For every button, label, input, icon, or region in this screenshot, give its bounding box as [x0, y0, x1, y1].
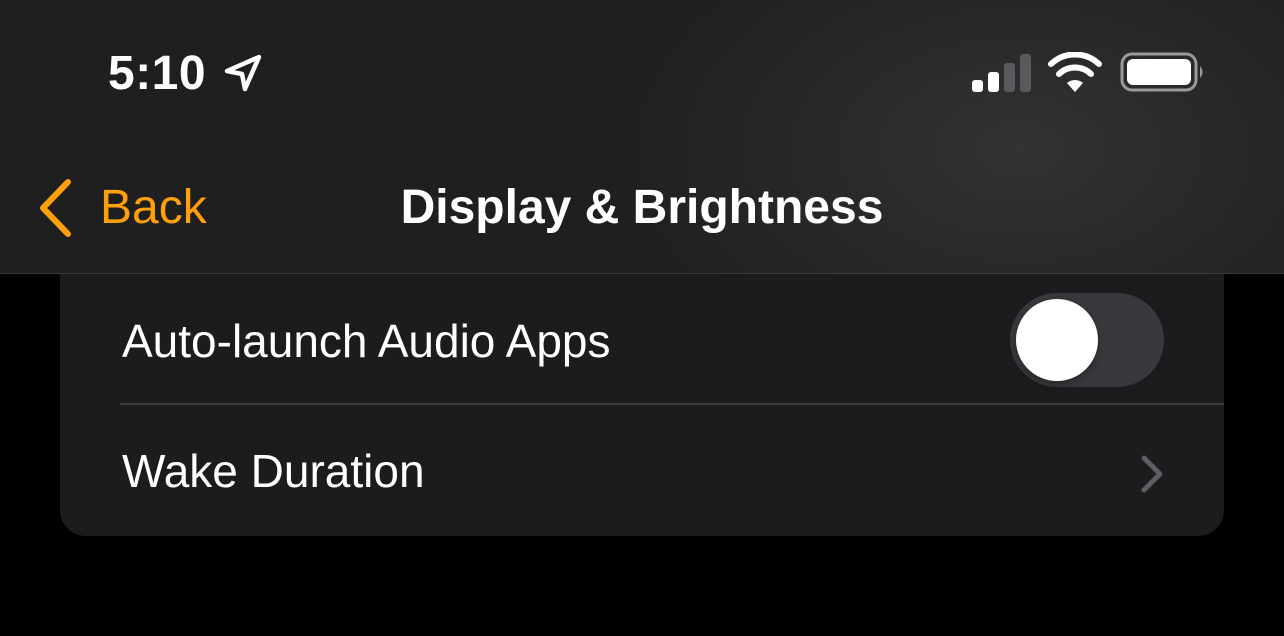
wifi-icon	[1048, 52, 1102, 92]
navigation-header: 5:10 Back Display & Brightness	[0, 0, 1284, 274]
wake-duration-row[interactable]: Wake Duration	[60, 406, 1224, 536]
auto-launch-audio-apps-toggle[interactable]	[1010, 293, 1164, 387]
cellular-signal-icon	[972, 54, 1031, 92]
battery-icon	[1120, 52, 1203, 92]
toggle-knob	[1016, 299, 1098, 381]
chevron-right-icon	[1141, 455, 1163, 493]
row-divider	[120, 403, 1224, 405]
row-label: Wake Duration	[122, 445, 425, 497]
page-title: Display & Brightness	[400, 181, 884, 234]
status-time: 5:10	[108, 47, 207, 100]
row-label: Auto-launch Audio Apps	[122, 315, 611, 367]
location-arrow-icon	[224, 54, 262, 92]
